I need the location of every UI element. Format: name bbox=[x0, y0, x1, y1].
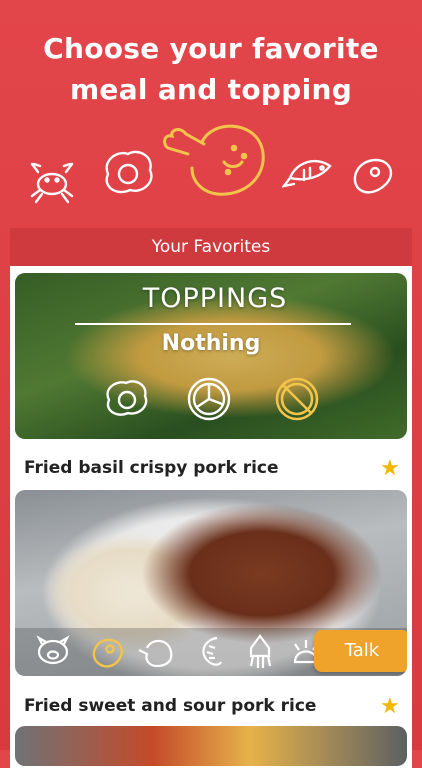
panel-title: Your Favorites bbox=[10, 228, 412, 266]
toppings-value: Nothing bbox=[161, 331, 261, 356]
meal-card-2[interactable] bbox=[15, 726, 407, 766]
squid-icon[interactable] bbox=[245, 634, 275, 670]
meal-title-1[interactable]: Fried basil crispy pork rice bbox=[24, 458, 279, 478]
century-egg-icon[interactable] bbox=[185, 376, 233, 422]
headline-line-1: Choose your favorite bbox=[43, 32, 379, 65]
favorite-star-icon[interactable]: ★ bbox=[380, 694, 400, 719]
shrimp-icon[interactable] bbox=[193, 634, 227, 670]
fried-egg-icon[interactable] bbox=[101, 376, 151, 422]
favorite-star-icon[interactable]: ★ bbox=[380, 456, 400, 481]
talk-button[interactable]: Talk bbox=[314, 630, 407, 672]
headline-line-2: meal and topping bbox=[69, 73, 353, 106]
crab-icon[interactable] bbox=[24, 150, 80, 206]
favorites-panel: Your Favorites TOPPINGS Nothing Fried ba… bbox=[10, 228, 412, 768]
chicken-icon[interactable] bbox=[135, 634, 173, 668]
headline: Choose your favorite meal and topping bbox=[0, 28, 422, 110]
toppings-title: TOPPINGS bbox=[142, 283, 288, 314]
beef-icon[interactable] bbox=[89, 634, 125, 668]
steak-icon[interactable] bbox=[348, 152, 396, 200]
meal-title-2[interactable]: Fried sweet and sour pork rice bbox=[24, 696, 316, 716]
meal-card-1[interactable]: Talk bbox=[15, 490, 407, 676]
toppings-divider bbox=[75, 323, 351, 325]
chicken-icon[interactable] bbox=[154, 114, 270, 200]
no-topping-icon[interactable] bbox=[273, 376, 321, 422]
category-icon-row bbox=[0, 112, 422, 212]
fish-icon[interactable] bbox=[282, 146, 336, 196]
pork-icon[interactable] bbox=[35, 634, 71, 668]
toppings-card[interactable]: TOPPINGS Nothing bbox=[15, 273, 407, 439]
fried-egg-icon[interactable] bbox=[98, 146, 156, 200]
